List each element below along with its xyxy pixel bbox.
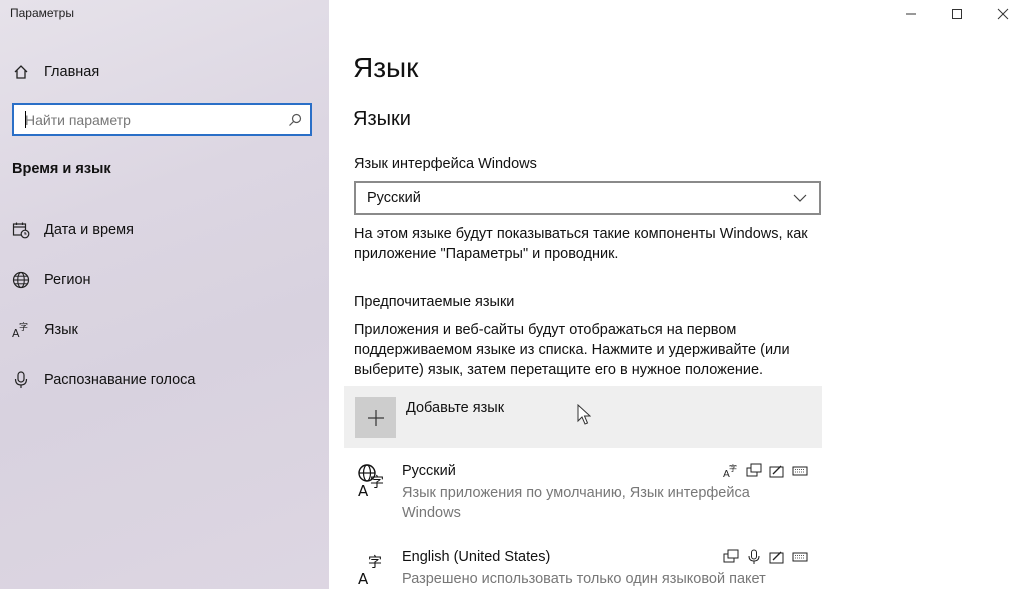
search-field[interactable]: [12, 103, 312, 136]
sidebar-item-label: Дата и время: [44, 222, 134, 238]
maximize-button[interactable]: [934, 0, 980, 28]
sidebar-item-label: Распознавание голоса: [44, 372, 196, 388]
languages-heading: Языки: [353, 108, 411, 130]
ui-language-label: Язык интерфейса Windows: [354, 156, 537, 172]
microphone-icon: [11, 370, 31, 390]
nav-home[interactable]: Главная: [0, 54, 329, 90]
section-label: Время и язык: [12, 161, 111, 177]
handwriting-icon: [768, 549, 785, 565]
minimize-icon: [906, 13, 916, 15]
plus-icon: [355, 397, 396, 438]
handwriting-icon: [768, 463, 785, 479]
search-icon[interactable]: [280, 113, 310, 127]
svg-text:字: 字: [370, 475, 384, 491]
page-title: Язык: [353, 52, 419, 83]
text-to-speech-icon: [745, 463, 762, 479]
app-title: Параметры: [10, 6, 74, 20]
ui-language-description: На этом языке будут показываться такие к…: [354, 226, 808, 262]
calendar-clock-icon: [11, 220, 31, 240]
preferred-languages-heading: Предпочитаемые языки: [354, 294, 515, 310]
chevron-down-icon: [793, 194, 807, 202]
svg-text:字: 字: [19, 321, 28, 333]
language-pack-icon: A字: [722, 463, 739, 479]
language-item-russian[interactable]: A 字 Русский Язык приложения по умолчанию…: [344, 463, 822, 523]
svg-text:A: A: [358, 570, 369, 585]
keyboard-icon: [791, 549, 808, 565]
language-icon: A字: [11, 320, 31, 340]
language-item-english[interactable]: A 字 English (United States) Разрешено ис…: [344, 549, 822, 589]
language-description: Язык приложения по умолчанию, Язык интер…: [402, 485, 750, 521]
language-icon: A 字: [358, 555, 382, 585]
text-caret: [25, 111, 26, 128]
language-name: English (United States): [402, 549, 551, 565]
close-icon: [997, 8, 1009, 20]
add-language-label: Добавьте язык: [406, 400, 505, 416]
sidebar-item-region[interactable]: Регион: [0, 262, 329, 298]
text-to-speech-icon: [722, 549, 739, 565]
ui-language-value: Русский: [367, 190, 421, 206]
sidebar-item-language[interactable]: A字 Язык: [0, 312, 329, 348]
sidebar-item-label: Регион: [44, 272, 91, 288]
mouse-cursor-icon: [577, 404, 591, 425]
sidebar: Параметры Главная Время и язык Дата и вр…: [0, 0, 329, 589]
svg-text:字: 字: [368, 555, 382, 571]
language-features: [722, 549, 808, 565]
svg-text:字: 字: [729, 463, 737, 473]
nav-home-label: Главная: [44, 64, 100, 80]
keyboard-icon: [791, 463, 808, 479]
preferred-languages-description: Приложения и веб-сайты будут отображатьс…: [354, 322, 790, 378]
close-button[interactable]: [980, 0, 1023, 28]
language-features: A字: [722, 463, 808, 479]
sidebar-item-date-time[interactable]: Дата и время: [0, 212, 329, 248]
globe-icon: [11, 270, 31, 290]
home-icon: [11, 62, 31, 82]
sidebar-item-speech[interactable]: Распознавание голоса: [0, 362, 329, 398]
language-name: Русский: [402, 463, 456, 479]
language-globe-icon: A 字: [358, 464, 384, 499]
sidebar-item-label: Язык: [44, 322, 78, 338]
search-input[interactable]: [14, 105, 280, 134]
minimize-button[interactable]: [888, 0, 934, 28]
maximize-icon: [952, 9, 962, 19]
language-description: Разрешено использовать только один языко…: [402, 571, 766, 587]
ui-language-dropdown[interactable]: Русский: [354, 181, 821, 215]
speech-icon: [745, 549, 762, 565]
svg-text:A: A: [358, 482, 369, 499]
